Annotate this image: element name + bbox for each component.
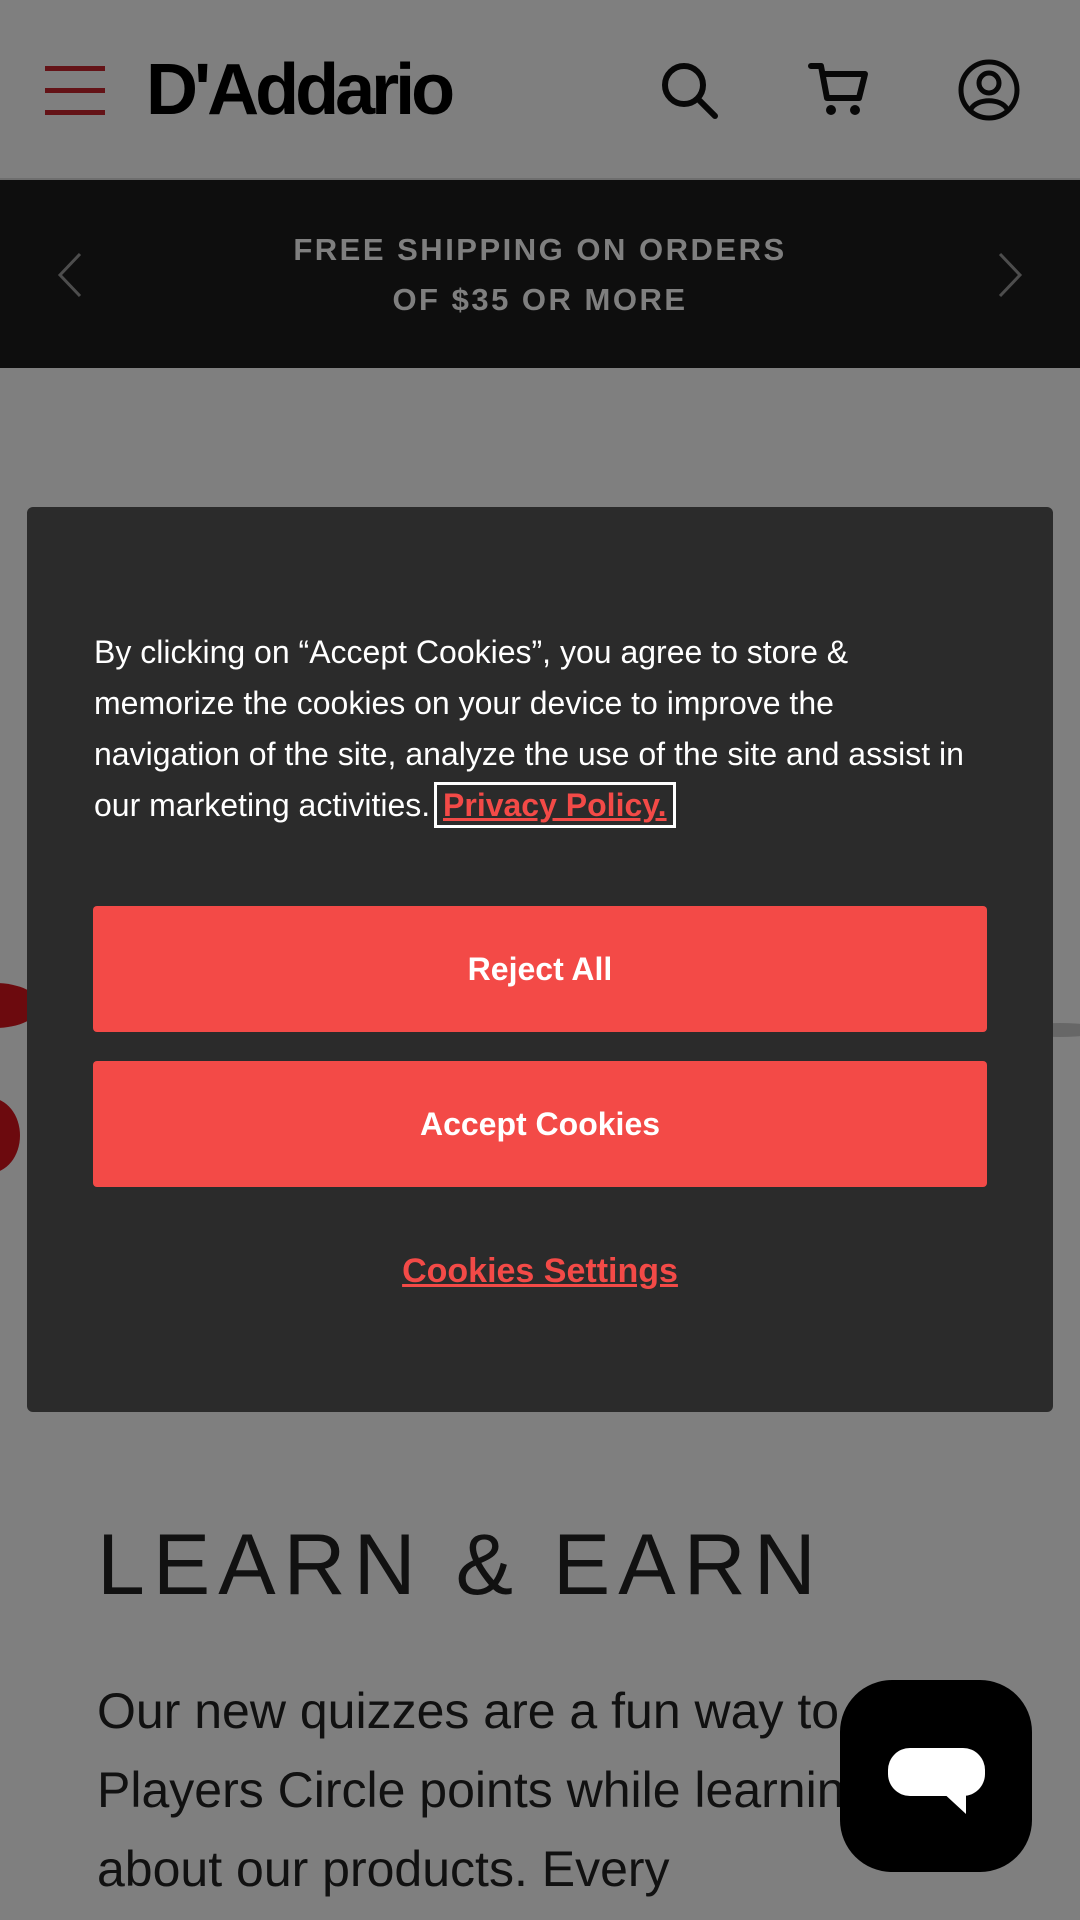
reject-all-button[interactable]: Reject All <box>93 906 987 1032</box>
chat-bubble-tail <box>940 1790 966 1814</box>
chat-widget-button[interactable] <box>840 1680 1032 1872</box>
cookies-settings-link[interactable]: Cookies Settings <box>27 1252 1053 1291</box>
cookie-consent-dialog: By clicking on “Accept Cookies”, you agr… <box>27 507 1053 1412</box>
accept-cookies-button[interactable]: Accept Cookies <box>93 1061 987 1187</box>
privacy-policy-link[interactable]: Privacy Policy. <box>434 782 676 828</box>
cookie-message: By clicking on “Accept Cookies”, you agr… <box>94 627 974 831</box>
chat-bubble-icon <box>888 1748 985 1796</box>
